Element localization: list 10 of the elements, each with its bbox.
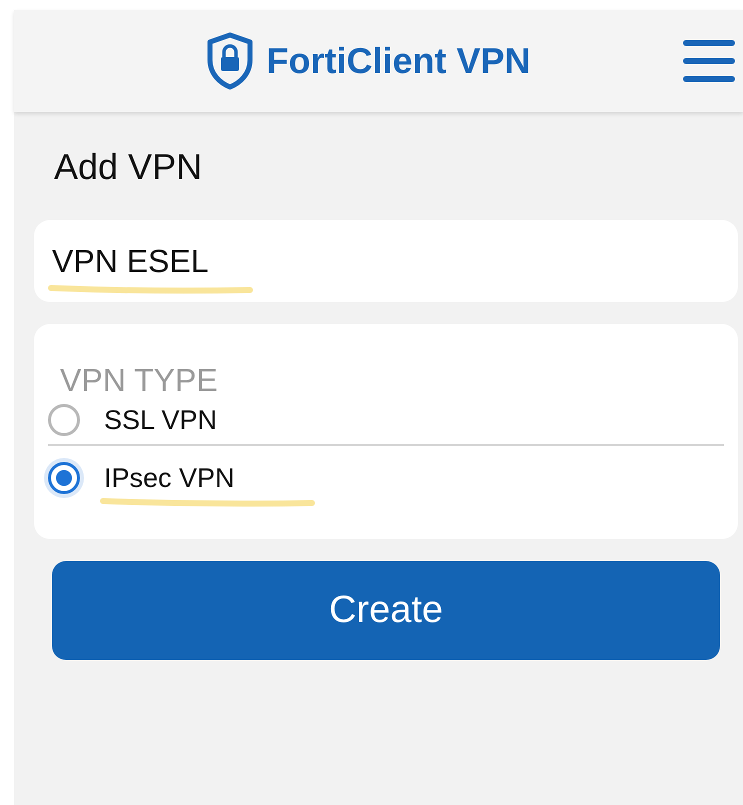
radio-button[interactable] — [48, 404, 80, 436]
name-field[interactable]: VPN ESEL — [34, 220, 738, 302]
vpn-type-label: VPN TYPE — [60, 364, 219, 396]
radio-label: SSL VPN — [104, 404, 218, 437]
name-value: VPN ESEL — [52, 237, 209, 285]
app-title: FortiClient VPN — [266, 39, 530, 83]
shield-lock-icon — [206, 32, 254, 90]
radio-label: IPsec VPN — [104, 458, 235, 498]
page-title: Add VPN — [54, 145, 204, 189]
create-button[interactable]: Create — [52, 561, 720, 660]
